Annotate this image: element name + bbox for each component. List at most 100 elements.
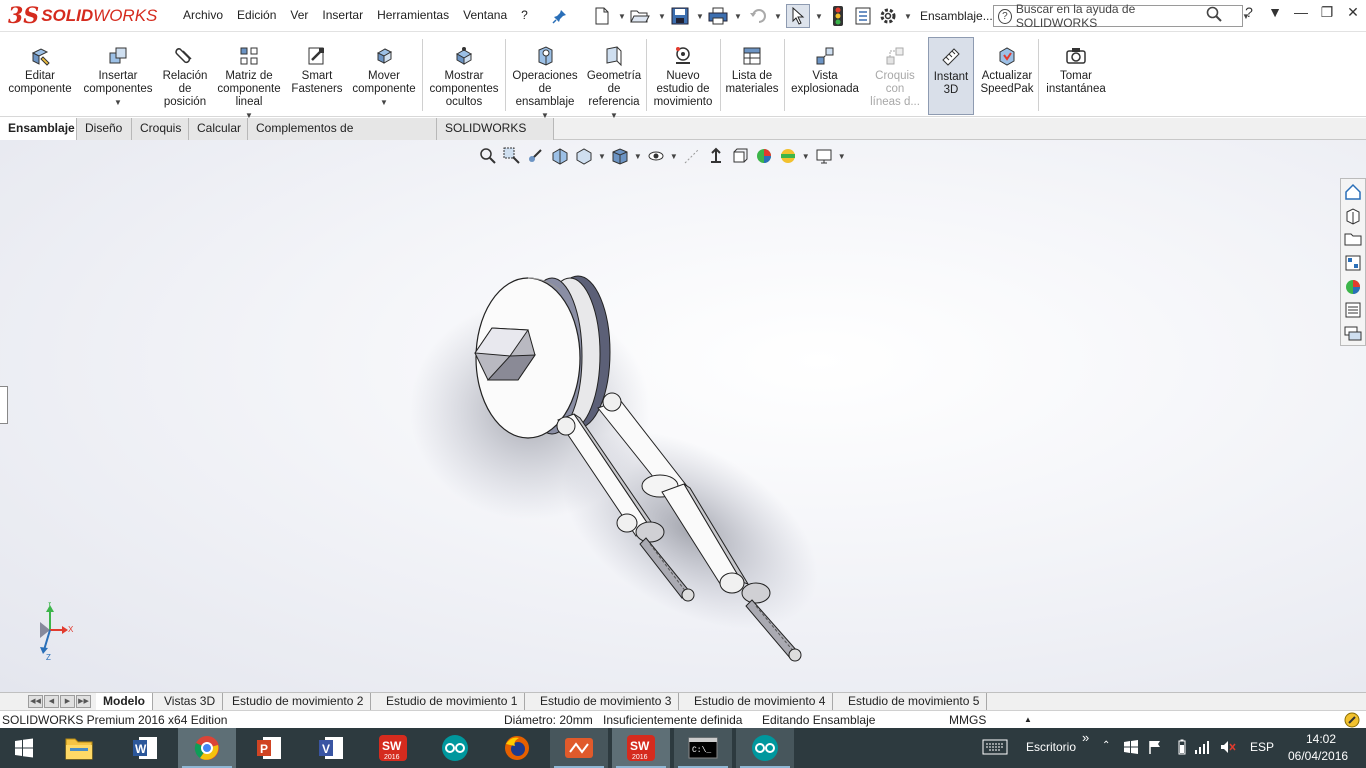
view-settings-dropdown-icon[interactable]: ▼ — [838, 152, 846, 161]
graphics-area[interactable]: ▼ ▼ ▼ ▼ ▼ ◧ ◨ — ❐ ✕ Y — [0, 140, 1366, 692]
clock-time[interactable]: 14:02 — [1306, 732, 1336, 746]
zoom-to-area-icon[interactable] — [502, 146, 522, 166]
minimize-doc-icon[interactable]: — — [1280, 140, 1300, 142]
menu-help[interactable]: ? — [514, 8, 535, 22]
move-component-dropdown-icon[interactable]: ▼ — [380, 96, 388, 109]
tray-overflow-icon[interactable]: ⌃ — [1102, 740, 1110, 751]
solidworks-logo[interactable]: 3S SOLIDWORKS — [8, 2, 157, 30]
exploded-view-button[interactable]: Vista explosionada — [788, 37, 862, 115]
arduino-open-taskbar-icon[interactable] — [736, 728, 794, 768]
orientation-dropdown-icon[interactable]: ▼ — [634, 152, 642, 161]
word-taskbar-icon[interactable]: W — [116, 728, 174, 768]
scene-dropdown-icon[interactable]: ▼ — [802, 152, 810, 161]
command-prompt-taskbar-icon[interactable]: C:\_ — [674, 728, 732, 768]
tab-ensamblaje[interactable]: Ensamblaje — [0, 118, 77, 140]
save-icon[interactable] — [670, 6, 690, 26]
edit-component-button[interactable]: Editar componente — [4, 37, 76, 115]
rebuild-icon[interactable] — [828, 6, 848, 26]
new-motion-study-button[interactable]: Nuevo estudio de movimiento — [648, 37, 718, 115]
touch-keyboard-icon[interactable] — [982, 739, 1008, 758]
arduino-taskbar-icon[interactable] — [426, 728, 484, 768]
tab-croquis[interactable]: Croquis — [132, 118, 189, 140]
view-settings-icon[interactable] — [814, 146, 834, 166]
first-tab-icon[interactable]: ◀◀ — [28, 695, 43, 708]
home-icon[interactable] — [1342, 181, 1364, 203]
app-taskbar-icon[interactable] — [550, 728, 608, 768]
windows-flag-tray-icon[interactable] — [1124, 740, 1138, 757]
move-component-button[interactable]: Mover componente ▼ — [348, 37, 420, 115]
update-speedpak-button[interactable]: Actualizar SpeedPak — [978, 37, 1036, 115]
help-dropdown-icon[interactable]: ▼ — [1262, 4, 1288, 21]
collapse-right-icon[interactable]: ◨ — [1254, 140, 1274, 142]
assembly-model[interactable] — [0, 140, 1366, 692]
status-units[interactable]: MMGS — [949, 711, 986, 729]
section-view-icon[interactable] — [550, 146, 570, 166]
hide-show-items-icon[interactable] — [646, 146, 666, 166]
save-dropdown-icon[interactable]: ▼ — [690, 6, 710, 26]
appearance-icon[interactable] — [754, 146, 774, 166]
mate-button[interactable]: Relación de posición — [156, 37, 214, 115]
explode-line-sketch-button[interactable]: Croquis con líneas d... — [866, 37, 924, 115]
close-doc-icon[interactable]: ✕ — [1332, 140, 1352, 142]
help-menu-icon[interactable]: ? — [1236, 4, 1262, 21]
menu-archivo[interactable]: Archivo — [176, 8, 230, 22]
pin-icon[interactable] — [550, 6, 570, 26]
assembly-features-button[interactable]: Operaciones de ensamblaje ▼ — [508, 37, 582, 120]
appearances-icon[interactable] — [1342, 276, 1364, 298]
file-explorer-icon[interactable] — [1342, 228, 1364, 250]
help-search-placeholder[interactable]: Buscar en la ayuda de SOLIDWORKS — [1016, 2, 1202, 30]
network-icon[interactable] — [1194, 740, 1210, 757]
scene-icon[interactable] — [778, 146, 798, 166]
tab-diseno[interactable]: Diseño — [77, 118, 132, 140]
smart-fasteners-button[interactable]: Smart Fasteners — [286, 37, 348, 115]
options-icon[interactable] — [878, 6, 898, 26]
select-dropdown-icon[interactable]: ▼ — [809, 6, 829, 26]
visio-taskbar-icon[interactable]: V — [302, 728, 360, 768]
linear-pattern-button[interactable]: Matriz de componente lineal ▼ — [214, 37, 284, 120]
desktop-toolbar-chevron[interactable]: » — [1082, 730, 1089, 745]
tab-complementos[interactable]: Complementos de SOLIDWORKS — [248, 118, 437, 156]
menu-insertar[interactable]: Insertar — [315, 8, 370, 22]
zoom-to-fit-icon[interactable] — [478, 146, 498, 166]
search-icon[interactable] — [1206, 6, 1222, 27]
view-palette-icon[interactable] — [1342, 252, 1364, 274]
undo-icon[interactable] — [748, 6, 768, 26]
bill-of-materials-button[interactable]: Lista de materiales — [722, 37, 782, 115]
chrome-taskbar-icon[interactable] — [178, 728, 236, 768]
undo-dropdown-icon[interactable]: ▼ — [768, 6, 788, 26]
menu-edicion[interactable]: Edición — [230, 8, 283, 22]
windows-start-icon[interactable] — [0, 728, 48, 768]
file-properties-icon[interactable] — [853, 6, 873, 26]
dynamic-annotation-icon[interactable] — [574, 146, 594, 166]
open-dropdown-icon[interactable]: ▼ — [652, 6, 672, 26]
sketch-line-icon[interactable] — [682, 146, 702, 166]
clock-date[interactable]: 06/04/2016 — [1288, 749, 1348, 763]
custom-properties-icon[interactable] — [1342, 300, 1364, 322]
forum-icon[interactable] — [1342, 323, 1364, 345]
options-dropdown-icon[interactable]: ▼ — [898, 6, 918, 26]
powerpoint-taskbar-icon[interactable]: P — [240, 728, 298, 768]
tab-motion-study-2[interactable]: Estudio de movimiento 2 — [225, 693, 372, 710]
units-menu-icon[interactable]: ▲ — [1024, 711, 1032, 729]
language-indicator[interactable]: ESP — [1250, 740, 1274, 754]
tab-vistas-3d[interactable]: Vistas 3D — [157, 693, 224, 710]
open-icon[interactable] — [630, 6, 650, 26]
tab-motion-study-1[interactable]: Estudio de movimiento 1 — [379, 693, 526, 710]
instant3d-button[interactable]: Instant 3D — [928, 37, 974, 115]
menu-ver[interactable]: Ver — [283, 8, 315, 22]
view-dropdown-icon[interactable]: ▼ — [598, 152, 606, 161]
tab-motion-study-4[interactable]: Estudio de movimiento 4 — [687, 693, 834, 710]
action-flag-icon[interactable] — [1148, 740, 1162, 757]
display-style-icon[interactable] — [730, 146, 750, 166]
volume-muted-icon[interactable] — [1220, 740, 1236, 757]
feature-manager-handle[interactable] — [0, 386, 8, 424]
insert-components-button[interactable]: Insertar componentes ▼ — [82, 37, 154, 115]
solidworks-active-taskbar-icon[interactable]: SW 2016 — [612, 728, 670, 768]
tab-solidworks-mbd[interactable]: SOLIDWORKS MBD — [437, 118, 554, 156]
file-explorer-taskbar-icon[interactable] — [50, 728, 108, 768]
tab-motion-study-5[interactable]: Estudio de movimiento 5 — [841, 693, 988, 710]
close-window-icon[interactable]: ✕ — [1340, 4, 1366, 21]
insert-components-dropdown-icon[interactable]: ▼ — [114, 96, 122, 109]
print-icon[interactable] — [708, 6, 728, 26]
next-tab-icon[interactable]: ▶ — [60, 695, 75, 708]
